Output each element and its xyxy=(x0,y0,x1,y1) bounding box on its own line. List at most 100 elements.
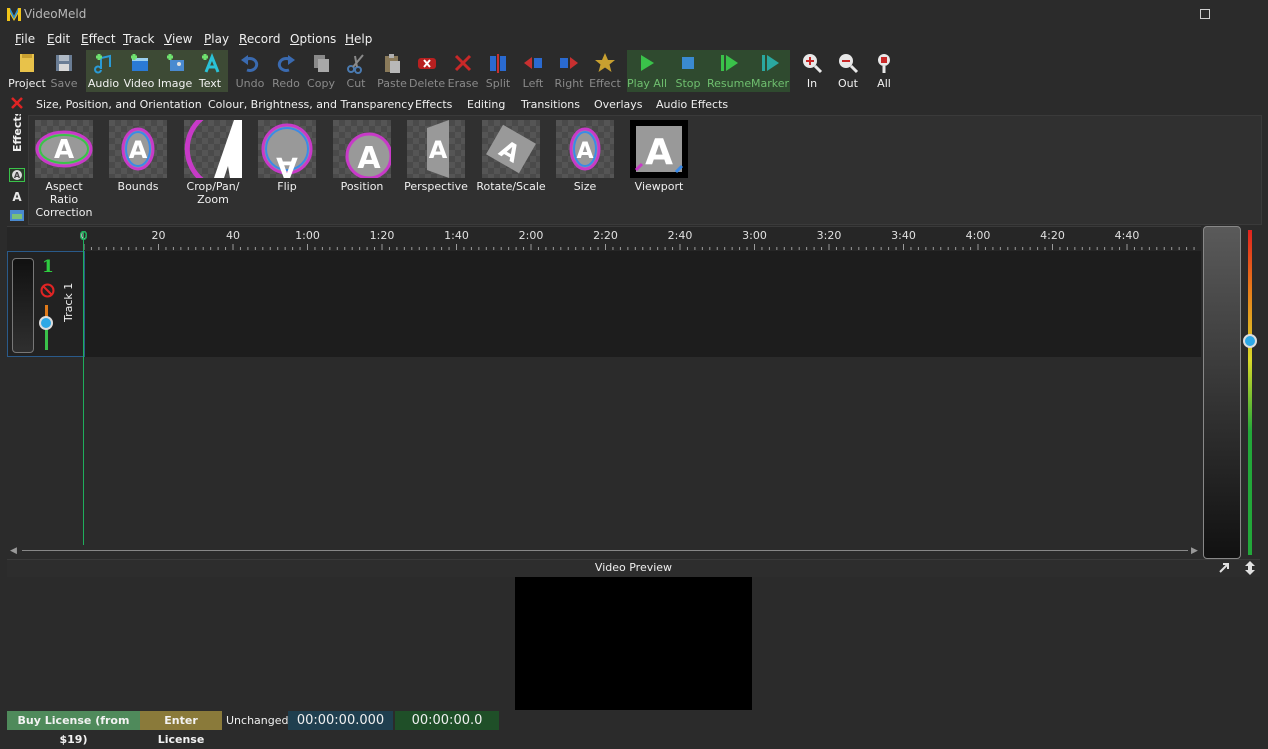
play-all-button[interactable]: Play All xyxy=(627,50,667,92)
tab-overlays[interactable]: Overlays xyxy=(594,98,643,111)
ruler-tick-label: 20 xyxy=(151,229,166,242)
menu-help[interactable]: Help xyxy=(345,32,372,46)
project-status: Unchanged xyxy=(226,714,289,727)
zoom-in-button[interactable]: In xyxy=(798,50,826,92)
text-effects-icon[interactable]: A xyxy=(9,189,25,203)
add-audio-button[interactable]: Audio xyxy=(86,50,121,92)
save-icon xyxy=(56,55,72,71)
undo-button[interactable]: Undo xyxy=(232,50,268,92)
menu-view[interactable]: View xyxy=(164,32,192,46)
mute-icon[interactable] xyxy=(40,283,55,298)
effect-thumbnail: A xyxy=(407,120,465,178)
marker-button[interactable]: Marker xyxy=(751,50,789,92)
erase-button[interactable]: Erase xyxy=(446,50,480,92)
rotate-scale-icon: A xyxy=(486,124,536,174)
video-preview-screen[interactable] xyxy=(515,577,752,710)
horizontal-scrollbar[interactable] xyxy=(22,550,1188,551)
ruler-tick-label: 1:20 xyxy=(369,229,395,242)
scroll-right-arrow-icon[interactable]: ▶ xyxy=(1191,546,1198,556)
effect-thumbnail: A xyxy=(35,120,93,178)
effect-perspective[interactable]: A Perspective xyxy=(403,120,469,193)
menu-track[interactable]: Track xyxy=(123,32,154,46)
title-bar xyxy=(0,0,1268,30)
enter-license-button[interactable]: Enter License xyxy=(140,711,222,746)
effect-size[interactable]: A Size xyxy=(553,120,617,193)
delete-button[interactable]: Delete xyxy=(409,50,445,92)
ruler-tick-label: 4:00 xyxy=(965,229,991,242)
effect-thumbnail: A xyxy=(556,120,614,178)
scroll-left-arrow-icon[interactable]: ◀ xyxy=(10,546,17,556)
buy-license-button[interactable]: Buy License (from $19) xyxy=(7,711,140,746)
stop-icon xyxy=(682,57,694,69)
track-name: Track 1 xyxy=(62,282,75,322)
paste-button[interactable]: Paste xyxy=(375,50,409,92)
add-audio-icon xyxy=(93,54,111,74)
playhead-handle[interactable] xyxy=(80,231,87,240)
timeline-empty-area[interactable] xyxy=(7,357,1201,544)
effect-bounds[interactable]: A Bounds xyxy=(106,120,170,193)
marker-icon xyxy=(762,55,779,71)
menu-record[interactable]: Record xyxy=(239,32,280,46)
video-effects-icon[interactable]: A xyxy=(9,168,25,182)
perspective-icon: A xyxy=(427,120,449,178)
nudge-left-icon xyxy=(524,57,542,69)
zoom-all-button[interactable]: All xyxy=(870,50,898,92)
ruler-tick-label: 3:40 xyxy=(891,229,916,242)
undock-icon[interactable] xyxy=(1218,562,1230,574)
close-icon[interactable] xyxy=(10,96,24,110)
ruler-tick-label: 2:20 xyxy=(593,229,618,242)
cut-icon xyxy=(347,54,364,74)
video-preview-label: Video Preview xyxy=(594,561,673,574)
tab-colour-brightness-transparency[interactable]: Colour, Brightness, and Transparency xyxy=(208,98,414,111)
resize-vertical-icon[interactable] xyxy=(1244,561,1256,575)
add-video-button[interactable]: Video xyxy=(121,50,157,92)
position-timecode: 00:00:00.000 xyxy=(288,711,393,730)
paste-icon xyxy=(385,54,400,73)
cut-button[interactable]: Cut xyxy=(340,50,372,92)
ruler-tick-label: 1:00 xyxy=(295,229,320,242)
tab-audio-effects[interactable]: Audio Effects xyxy=(656,98,728,111)
effect-rotate-scale[interactable]: A Rotate/Scale xyxy=(476,120,546,193)
tab-size-position-orientation[interactable]: Size, Position, and Orientation xyxy=(36,98,202,111)
effect-crop-pan-zoom[interactable]: Crop/Pan/ Zoom xyxy=(180,120,246,206)
effects-panel-label: Effects xyxy=(11,114,24,152)
tab-editing[interactable]: Editing xyxy=(467,98,505,111)
track-volume-box[interactable] xyxy=(12,258,34,353)
add-image-button[interactable]: Image xyxy=(157,50,193,92)
split-button[interactable]: Split xyxy=(482,50,514,92)
app-title: VideoMeld xyxy=(24,7,87,21)
resume-button[interactable]: Resume xyxy=(707,50,751,92)
split-icon xyxy=(490,54,506,73)
track-1-lane[interactable] xyxy=(84,251,1201,357)
playhead-line[interactable] xyxy=(83,231,84,545)
tab-transitions[interactable]: Transitions xyxy=(521,98,580,111)
tab-effects[interactable]: Effects xyxy=(415,98,452,111)
master-volume-knob[interactable] xyxy=(1243,334,1257,348)
ruler-tick-label: 2:00 xyxy=(518,229,544,242)
copy-button[interactable]: Copy xyxy=(304,50,338,92)
menu-file[interactable]: File xyxy=(15,32,35,46)
effect-thumbnail xyxy=(184,120,242,178)
menu-play[interactable]: Play xyxy=(204,32,229,46)
effect-flip[interactable]: A Flip xyxy=(255,120,319,193)
effect-position[interactable]: A Position xyxy=(330,120,394,193)
project-button[interactable]: Project xyxy=(8,50,46,92)
nudge-left-button[interactable]: Left xyxy=(517,50,549,92)
track-volume-knob[interactable] xyxy=(39,316,53,330)
maximize-icon[interactable] xyxy=(1200,9,1210,19)
add-text-button[interactable]: Text xyxy=(193,50,227,92)
effect-aspect-ratio-correction[interactable]: A Aspect Ratio Correction xyxy=(30,120,98,219)
menu-options[interactable]: Options xyxy=(290,32,336,46)
save-button[interactable]: Save xyxy=(48,50,80,92)
menu-edit[interactable]: Edit xyxy=(47,32,70,46)
effect-viewport[interactable]: A Viewport xyxy=(627,120,691,193)
zoom-out-button[interactable]: Out xyxy=(834,50,862,92)
image-effects-icon[interactable] xyxy=(9,208,25,222)
stop-button[interactable]: Stop xyxy=(670,50,706,92)
master-volume-box[interactable] xyxy=(1203,226,1241,559)
svg-text:A: A xyxy=(14,171,21,180)
menu-effect[interactable]: Effect xyxy=(81,32,116,46)
effect-button[interactable]: Effect xyxy=(587,50,623,92)
redo-button[interactable]: Redo xyxy=(268,50,304,92)
nudge-right-button[interactable]: Right xyxy=(551,50,587,92)
